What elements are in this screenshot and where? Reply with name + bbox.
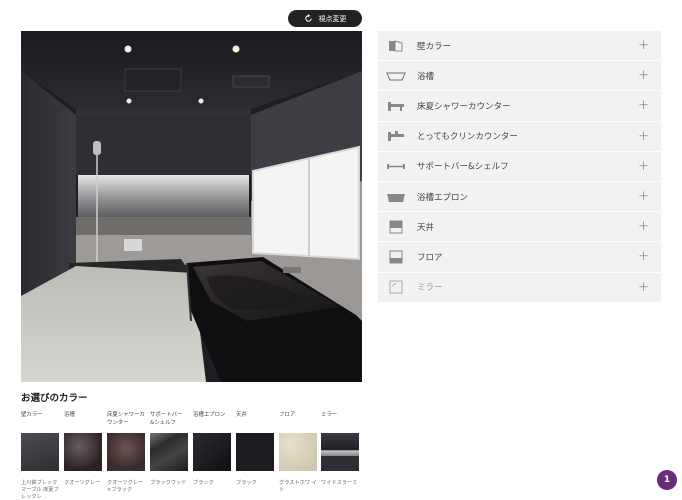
option-list: 壁カラー + 浴槽 + 床夏シャワーカウンター + とってもクリンカウンター +… — [378, 31, 661, 303]
swatch-item[interactable]: 浴槽エプロン ブラック — [193, 412, 231, 487]
floor-icon — [389, 250, 403, 264]
bath-simulator: 視点変更 壁カラー + 浴槽 + 床夏シャワーカウンター + とってもクリンカウ… — [0, 0, 682, 500]
bathtub-icon — [386, 72, 406, 81]
swatch-chip — [236, 433, 274, 471]
bathroom-preview-image — [21, 31, 362, 382]
plus-icon: + — [638, 38, 649, 54]
swatch-name: ワイドスラーミ — [321, 480, 358, 486]
option-support-bar[interactable]: サポートバー&シェルフ + — [378, 151, 661, 182]
option-label: 浴槽 — [417, 71, 435, 82]
swatch-category: 天井 — [236, 412, 247, 418]
swatch-chip — [21, 433, 59, 471]
swatch-name: ブラック — [236, 480, 257, 486]
rotate-icon — [304, 14, 312, 22]
option-label: ミラー — [417, 283, 443, 294]
clean-counter-icon — [388, 131, 404, 142]
plus-icon: + — [638, 68, 649, 84]
plus-icon: + — [638, 189, 649, 205]
swatch-name: 上川鉄ブレックマーブル 床夏ブレックレ — [21, 480, 59, 500]
swatch-name: クオーツグレー — [64, 480, 101, 486]
option-label: サポートバー&シェルフ — [417, 162, 509, 173]
plus-icon: + — [638, 98, 649, 114]
plus-icon: + — [638, 249, 649, 265]
option-clean-counter[interactable]: とってもクリンカウンター + — [378, 121, 661, 152]
change-view-label: 視点変更 — [318, 14, 347, 23]
swatch-chip — [193, 433, 231, 471]
support-bar-icon — [387, 164, 405, 170]
option-bathtub[interactable]: 浴槽 + — [378, 61, 661, 92]
swatch-category: サポートバー &シェルフ — [150, 412, 183, 426]
swatch-name: ブラック — [193, 480, 214, 486]
swatch-item[interactable]: 浴槽 クオーツグレー — [64, 412, 102, 487]
swatch-item[interactable]: 壁カラー 上川鉄ブレックマーブル 床夏ブレックレ — [21, 412, 59, 500]
swatch-category: ミラー — [321, 412, 338, 418]
swatch-item[interactable]: フロア グラストホワ イト — [279, 412, 317, 494]
swatch-chip — [64, 433, 102, 471]
plus-icon: + — [638, 219, 649, 235]
swatch-category: 床夏シャワーカウンター — [107, 412, 145, 426]
notification-badge[interactable]: 1 — [657, 470, 677, 490]
mirror-icon — [389, 280, 403, 294]
wall-icon — [389, 39, 403, 52]
swatch-item[interactable]: 床夏シャワーカウンター クオーツグレー ×ブラック — [107, 412, 145, 494]
swatch-name: クオーツグレー ×ブラック — [107, 480, 144, 493]
plus-icon: + — [638, 279, 649, 295]
swatch-category: 浴槽エプロン — [193, 412, 226, 418]
plus-icon: + — [638, 128, 649, 144]
swatch-name: ブラックウッド — [150, 480, 187, 486]
ceiling-icon — [389, 220, 403, 234]
option-label: 天井 — [417, 222, 435, 233]
swatch-chip — [279, 433, 317, 471]
apron-icon — [387, 193, 405, 202]
option-wall-color[interactable]: 壁カラー + — [378, 31, 661, 62]
option-label: フロア — [417, 252, 443, 263]
swatch-chip — [321, 433, 359, 471]
option-label: 浴槽エプロン — [417, 192, 469, 203]
swatch-chip — [107, 433, 145, 471]
option-label: とってもクリンカウンター — [417, 132, 518, 143]
swatch-category: 壁カラー — [21, 412, 43, 418]
selected-colors-title: お選びのカラー — [21, 393, 88, 404]
option-ceiling[interactable]: 天井 + — [378, 212, 661, 243]
swatch-category: フロア — [279, 412, 296, 418]
option-floor[interactable]: フロア + — [378, 242, 661, 273]
swatch-chip — [150, 433, 188, 471]
option-mirror[interactable]: ミラー + — [378, 272, 661, 303]
swatch-item[interactable]: サポートバー &シェルフ ブラックウッド — [150, 412, 188, 487]
swatch-item[interactable]: 天井 ブラック — [236, 412, 274, 487]
swatch-category: 浴槽 — [64, 412, 75, 418]
option-label: 壁カラー — [417, 41, 452, 52]
plus-icon: + — [638, 158, 649, 174]
change-view-button[interactable]: 視点変更 — [288, 10, 362, 27]
option-label: 床夏シャワーカウンター — [417, 101, 511, 112]
shower-counter-icon — [388, 101, 404, 111]
swatch-name: グラストホワ イト — [279, 480, 317, 493]
swatch-item[interactable]: ミラー ワイドスラーミ — [321, 412, 359, 487]
option-tub-apron[interactable]: 浴槽エプロン + — [378, 181, 661, 213]
option-shower-counter[interactable]: 床夏シャワーカウンター + — [378, 91, 661, 122]
